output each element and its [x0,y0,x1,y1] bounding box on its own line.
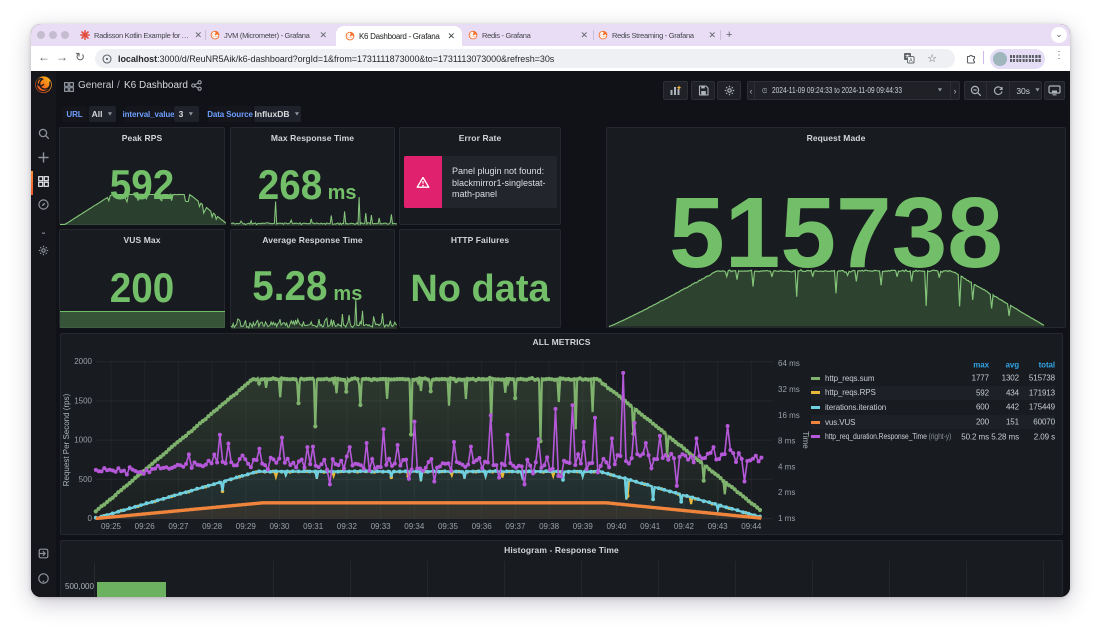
svg-text:09:31: 09:31 [303,522,324,531]
svg-text:09:36: 09:36 [472,522,493,531]
svg-text:09:32: 09:32 [337,522,358,531]
svg-text:09:35: 09:35 [438,522,459,531]
svg-text:09:30: 09:30 [269,522,290,531]
svg-text:16 ms: 16 ms [778,411,800,420]
svg-text:09:42: 09:42 [674,522,695,531]
svg-text:09:39: 09:39 [573,522,594,531]
svg-text:09:26: 09:26 [135,522,156,531]
svg-text:09:27: 09:27 [168,522,189,531]
svg-text:32 ms: 32 ms [778,385,800,394]
svg-text:4 ms: 4 ms [778,462,795,471]
svg-text:500: 500 [79,475,93,484]
svg-text:09:37: 09:37 [505,522,526,531]
svg-text:09:34: 09:34 [404,522,425,531]
svg-text:09:29: 09:29 [236,522,257,531]
svg-text:Request Per Second (rps): Request Per Second (rps) [62,393,71,486]
svg-text:09:28: 09:28 [202,522,223,531]
svg-text:64 ms: 64 ms [778,359,800,368]
svg-text:09:44: 09:44 [741,522,762,531]
svg-text:09:41: 09:41 [640,522,661,531]
svg-text:09:25: 09:25 [101,522,122,531]
svg-text:Time: Time [801,431,810,449]
svg-text:1 ms: 1 ms [778,514,795,523]
svg-text:1000: 1000 [74,436,92,445]
svg-text:09:40: 09:40 [606,522,627,531]
svg-text:09:33: 09:33 [371,522,392,531]
svg-text:A: A [909,58,913,64]
svg-text:2 ms: 2 ms [778,488,795,497]
svg-text:8 ms: 8 ms [778,437,795,446]
svg-text:2000: 2000 [74,357,92,366]
svg-text:1500: 1500 [74,396,92,405]
svg-text:09:43: 09:43 [708,522,729,531]
svg-text:09:38: 09:38 [539,522,560,531]
svg-text:0: 0 [88,514,93,523]
